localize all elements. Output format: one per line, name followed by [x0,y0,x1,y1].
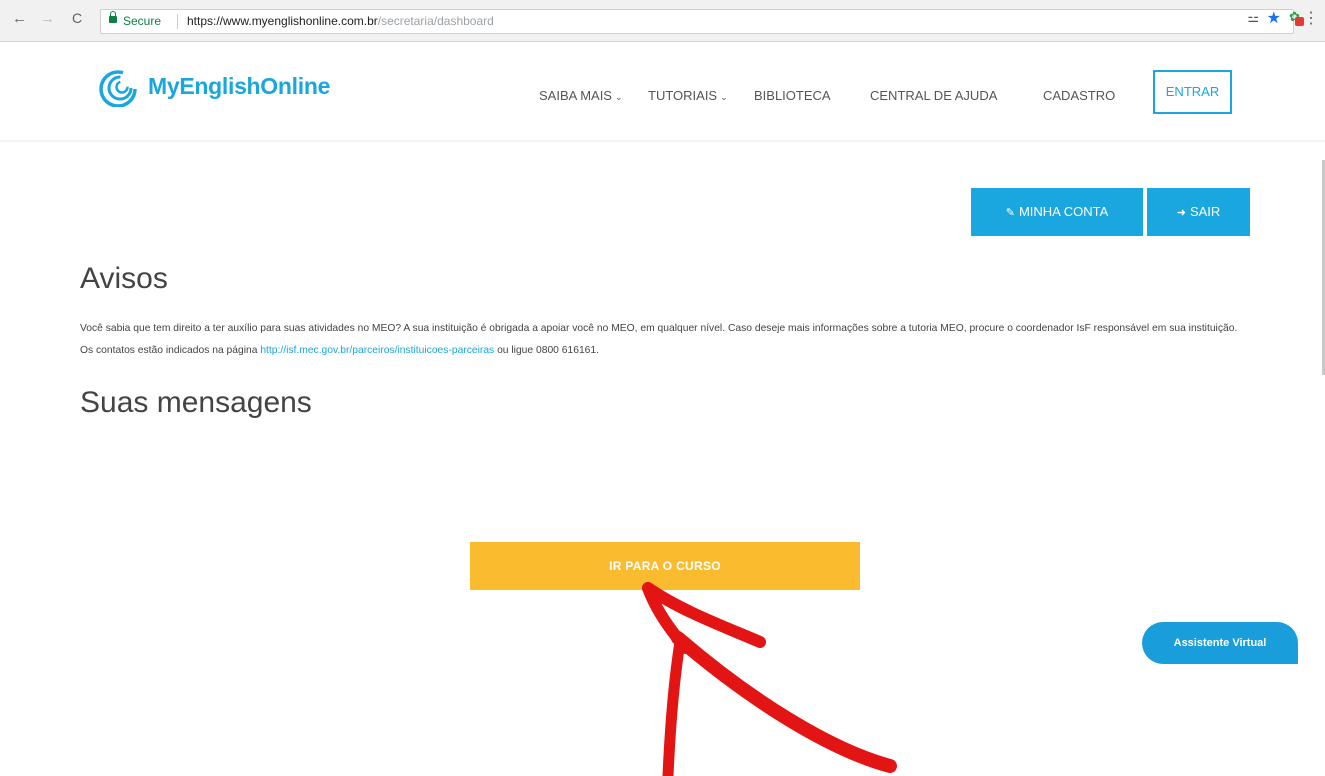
menu-dots-icon[interactable]: ⋮ [1303,8,1319,28]
nav-central-de-ajuda[interactable]: CENTRAL DE AJUDA [870,88,997,103]
nav-tutoriais[interactable]: TUTORIAIS ⌄ [648,88,728,103]
virtual-assistant-button[interactable]: Assistente Virtual [1142,622,1298,664]
extension-icon[interactable]: ✿ [1289,9,1304,26]
browser-toolbar: ← → C Secure https://www.myenglishonline… [0,0,1325,42]
edit-icon: ✎ [1005,207,1015,219]
site-header: MyEnglishOnline SAIBA MAIS ⌄ TUTORIAIS ⌄ B… [0,42,1325,142]
my-account-button[interactable]: ✎ MINHA CONTA [971,188,1143,236]
url-path: /secretaria/dashboard [377,14,494,28]
nav-biblioteca[interactable]: BIBLIOTECA [754,88,831,103]
notices-text-before: Você sabia que tem direito a ter auxílio… [80,323,1238,356]
chevron-down-icon: ⌄ [720,92,728,102]
forward-arrow-icon[interactable]: → [40,10,55,27]
reload-icon[interactable]: C [72,10,82,26]
login-button[interactable]: ENTRAR [1153,70,1232,114]
notices-title: Avisos [80,262,168,295]
logo-swirl-icon [99,70,137,107]
scrollbar[interactable] [1321,160,1325,680]
sign-out-icon: ➜ [1176,207,1186,219]
red-arrow-annotation [642,582,897,776]
nav-label: TUTORIAIS [648,88,718,103]
secure-label: Secure [123,14,162,28]
address-bar[interactable]: Secure https://www.myenglishonline.com.b… [100,9,1294,34]
messages-title: Suas mensagens [80,386,312,419]
logout-label: SAIR [1189,204,1221,219]
url-text: https://www.myenglishonline.com.br/secre… [187,10,494,33]
key-icon[interactable]: ⚍ [1247,10,1259,26]
nav-cadastro[interactable]: CADASTRO [1043,88,1115,103]
logo-text: MyEnglishOnline [148,73,331,99]
my-account-label: MINHA CONTA [1018,204,1109,219]
nav-saiba-mais[interactable]: SAIBA MAIS ⌄ [539,88,623,103]
star-icon[interactable]: ★ [1267,8,1281,28]
back-arrow-icon[interactable]: ← [12,10,27,27]
chevron-down-icon: ⌄ [614,92,623,102]
partners-link[interactable]: http://isf.mec.gov.br/parceiros/institui… [260,345,494,356]
logout-button[interactable]: ➜ SAIR [1147,188,1250,236]
address-divider [177,14,178,29]
notices-text-after: ou ligue 0800 616161. [494,345,599,356]
nav-label: SAIBA MAIS [539,88,612,103]
lock-icon [109,11,117,23]
notices-text: Você sabia que tem direito a ter auxílio… [80,318,1250,362]
url-host: https://www.myenglishonline.com.br [187,14,378,28]
